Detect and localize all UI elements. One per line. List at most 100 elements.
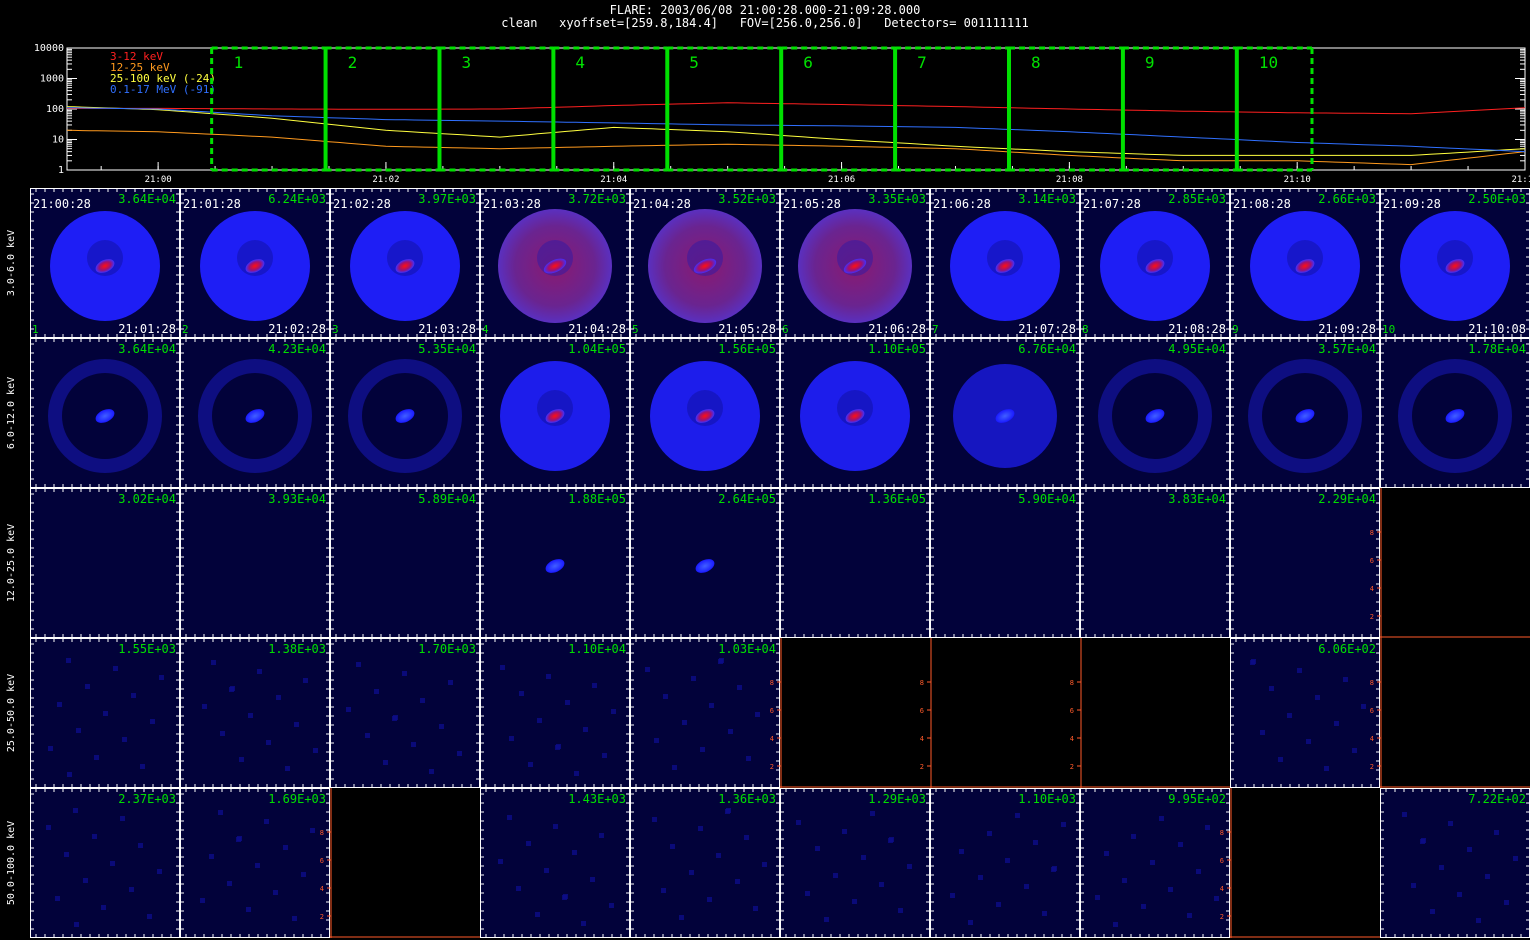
noise-speck — [83, 878, 88, 883]
max-value-label: 5.89E+04 — [418, 492, 476, 506]
noise-speck — [157, 869, 162, 874]
end-time-label: 21:04:28 — [568, 322, 626, 336]
interval-label: 8 — [1031, 53, 1041, 72]
noise-speck — [707, 897, 712, 902]
noise-speck — [257, 669, 262, 674]
noise-speck — [500, 665, 505, 670]
noise-speck — [1343, 677, 1348, 682]
noise-speck — [313, 748, 318, 753]
end-time-label: 21:03:28 — [418, 322, 476, 336]
max-value-label: 1.36E+03 — [718, 792, 776, 806]
noise-speck — [1150, 860, 1155, 865]
noise-speck — [230, 686, 235, 691]
noise-speck — [888, 838, 893, 843]
panel-background — [1230, 338, 1380, 488]
flare-kernel — [693, 258, 717, 274]
noise-speck — [227, 881, 232, 886]
noise-speck — [248, 713, 253, 718]
noise-speck — [1061, 822, 1066, 827]
panel-background — [1230, 488, 1380, 638]
interval-label: 5 — [689, 53, 699, 72]
empty-axis-tick-label: 4 — [320, 885, 324, 893]
image-panel: 3.64E+04 — [30, 338, 180, 488]
panel-background — [480, 488, 630, 638]
max-value-label: 1.69E+03 — [268, 792, 326, 806]
noise-speck — [698, 826, 703, 831]
source-disk — [500, 361, 610, 471]
image-panel: 3.83E+04 — [1080, 488, 1230, 638]
noise-speck — [1196, 869, 1201, 874]
plot-subtitle: clean xyoffset=[259.8,184.4] FOV=[256.0,… — [501, 16, 1029, 30]
max-value-label: 2.66E+03 — [1318, 192, 1376, 206]
panel-border — [330, 488, 480, 638]
noise-speck — [1205, 825, 1210, 830]
source-disk — [800, 361, 910, 471]
noise-speck — [1278, 757, 1283, 762]
noise-speck — [420, 698, 425, 703]
panel-background — [1380, 188, 1530, 338]
noise-speck — [1430, 909, 1435, 914]
panel-background — [180, 638, 330, 788]
empty-axis-tick-label: 6 — [920, 707, 924, 715]
noise-speck — [1250, 660, 1255, 665]
panel-background — [630, 788, 780, 938]
panel-border — [180, 338, 330, 488]
max-value-label: 3.72E+03 — [568, 192, 626, 206]
panel-background — [1080, 638, 1230, 788]
noise-speck — [1095, 895, 1100, 900]
noise-speck — [1402, 812, 1407, 817]
noise-speck — [239, 757, 244, 762]
image-panel: 3.93E+04 — [180, 488, 330, 638]
image-panel: 5.89E+04 — [330, 488, 480, 638]
noise-speck — [1104, 851, 1109, 856]
panel-index-label: 10 — [1382, 323, 1395, 336]
image-panel: 6.76E+04 — [930, 338, 1080, 488]
source-ring — [1248, 359, 1362, 473]
noise-speck — [581, 921, 586, 926]
noise-speck — [346, 707, 351, 712]
image-panel: 1.56E+05 — [630, 338, 780, 488]
source-disk — [200, 211, 310, 321]
max-value-label: 5.35E+04 — [418, 342, 476, 356]
noise-speck — [292, 916, 297, 921]
empty-axis-tick-label: 6 — [1070, 707, 1074, 715]
panel-border — [630, 638, 780, 788]
panel-border — [330, 188, 480, 338]
source-ring — [348, 359, 462, 473]
image-panel: 5.90E+04 — [930, 488, 1080, 638]
noise-speck — [1168, 887, 1173, 892]
noise-speck — [1187, 913, 1192, 918]
panel-background — [930, 488, 1080, 638]
max-value-label: 3.83E+04 — [1168, 492, 1226, 506]
source-disk — [50, 211, 160, 321]
image-panel: 4.95E+04 — [1080, 338, 1230, 488]
max-value-label: 1.43E+03 — [568, 792, 626, 806]
noise-speck — [796, 820, 801, 825]
noise-speck — [246, 907, 251, 912]
noise-speck — [737, 685, 742, 690]
noise-speck — [544, 868, 549, 873]
panel-index-label: 5 — [632, 323, 639, 336]
panel-border — [180, 638, 330, 788]
noise-speck — [273, 890, 278, 895]
panel-background — [780, 488, 930, 638]
flare-kernel — [545, 559, 565, 573]
panel-border — [780, 788, 930, 938]
noise-speck — [76, 728, 81, 733]
panel-background — [330, 338, 480, 488]
noise-speck — [592, 683, 597, 688]
noise-speck — [55, 896, 60, 901]
flare-kernel — [1445, 409, 1465, 423]
panel-border — [180, 488, 330, 638]
noise-speck — [310, 828, 315, 833]
disk-hole — [687, 240, 723, 276]
image-panel: 1.36E+05 — [780, 488, 930, 638]
panel-border — [30, 338, 180, 488]
noise-speck — [1504, 900, 1509, 905]
image-panel: 3.52E+03 21:04:28 21:05:28 5 — [630, 188, 780, 338]
noise-speck — [842, 829, 847, 834]
max-value-label: 5.90E+04 — [1018, 492, 1076, 506]
noise-speck — [611, 709, 616, 714]
noise-speck — [1485, 874, 1490, 879]
panel-border — [1230, 638, 1380, 788]
